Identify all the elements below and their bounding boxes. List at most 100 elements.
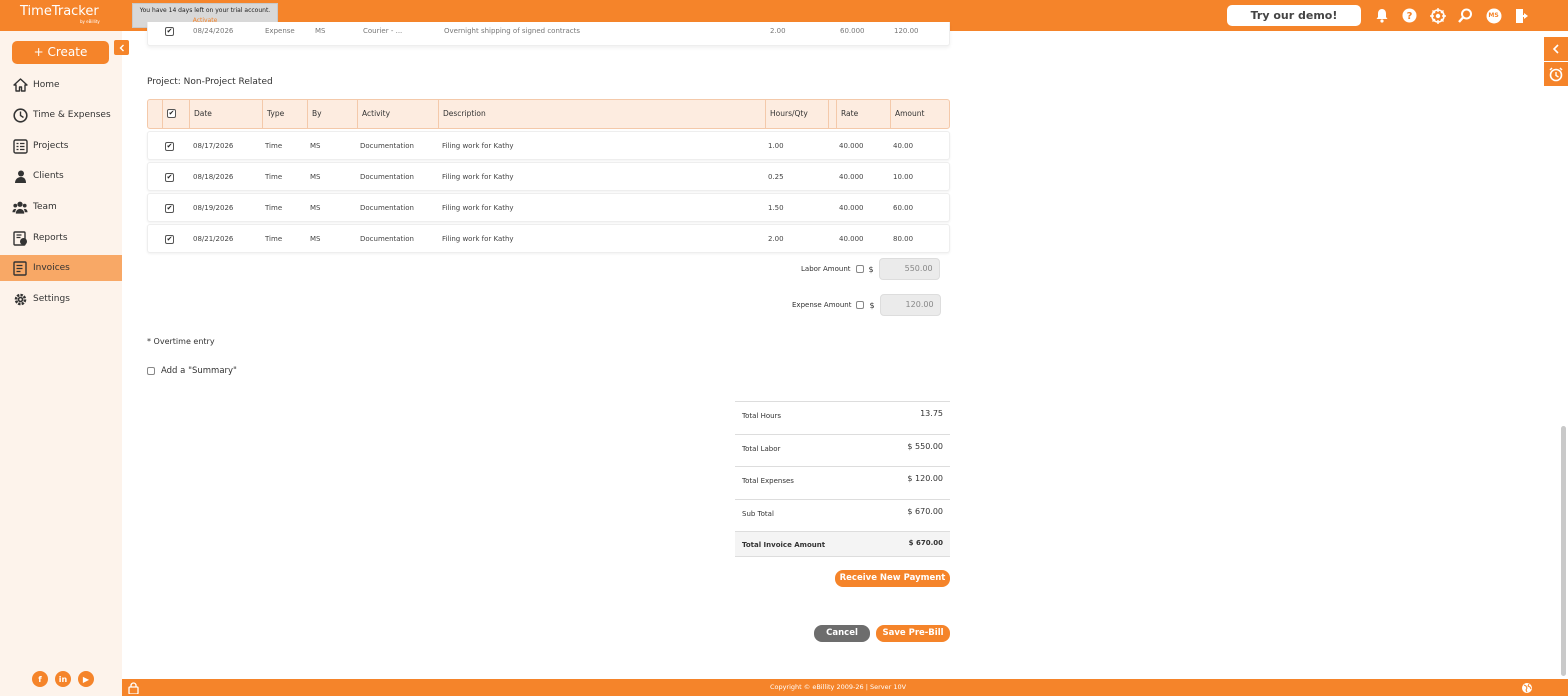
row-activity: Documentation: [360, 173, 414, 181]
total-invoice-value: $ 670.00: [908, 539, 943, 547]
total-labor-row: Total Labor $ 550.00: [735, 433, 950, 467]
sidebar-item-label: Team: [33, 202, 57, 212]
row-hours: 1.00: [768, 142, 784, 150]
row-checkbox[interactable]: ✔: [165, 142, 174, 151]
globe-icon[interactable]: [1520, 681, 1533, 694]
header-amount[interactable]: Amount: [891, 100, 949, 128]
row-checkbox[interactable]: ✔: [165, 235, 174, 244]
entries-table: ✔ Date Type By Activity Description Hour…: [147, 99, 950, 253]
scrollbar[interactable]: [1561, 426, 1566, 676]
sidebar-collapse-button[interactable]: [114, 40, 129, 55]
header-select-all: ✔: [163, 100, 190, 128]
team-icon: [12, 199, 28, 215]
avatar[interactable]: MS: [1485, 7, 1502, 24]
row-by: MS: [310, 173, 321, 181]
header-spacer: [829, 100, 837, 128]
row-description: Filing work for Kathy: [442, 204, 514, 212]
select-all-checkbox[interactable]: ✔: [167, 109, 176, 118]
total-hours-row: Total Hours 13.75: [735, 401, 950, 434]
youtube-icon[interactable]: ▶: [78, 671, 94, 687]
header-date[interactable]: Date: [190, 100, 263, 128]
add-summary-checkbox[interactable]: [147, 367, 155, 375]
row-checkbox[interactable]: ✔: [165, 27, 174, 36]
expense-amount-input[interactable]: 120.00: [879, 294, 941, 316]
add-summary-option[interactable]: Add a "Summary": [147, 366, 237, 376]
labor-amount-input[interactable]: 550.00: [878, 258, 940, 280]
header-rate[interactable]: Rate: [837, 100, 891, 128]
row-checkbox[interactable]: ✔: [165, 204, 174, 213]
create-button[interactable]: + Create: [12, 41, 109, 64]
save-pre-bill-button[interactable]: Save Pre-Bill: [876, 625, 950, 642]
row-date: 08/18/2026: [193, 173, 234, 181]
table-row: ✔ 08/18/2026 Time MS Documentation Filin…: [147, 162, 950, 191]
row-rate: 40.000: [839, 173, 864, 181]
row-type: Time: [265, 173, 283, 181]
sidebar-item-projects[interactable]: Projects: [0, 133, 122, 159]
table-header: ✔ Date Type By Activity Description Hour…: [147, 99, 950, 129]
header-activity[interactable]: Activity: [358, 100, 439, 128]
row-checkbox[interactable]: ✔: [165, 173, 174, 182]
reports-icon: [12, 230, 28, 246]
sidebar-item-invoices[interactable]: Invoices: [0, 255, 122, 281]
row-description: Filing work for Kathy: [442, 142, 514, 150]
labor-amount-checkbox[interactable]: [855, 265, 864, 273]
cancel-button[interactable]: Cancel: [814, 625, 870, 642]
footer: Copyright © eBillity 2009-26 | Server 10…: [122, 679, 1568, 696]
header-description[interactable]: Description: [439, 100, 766, 128]
sidebar-item-settings[interactable]: Settings: [0, 286, 122, 312]
row-amount: 80.00: [893, 235, 914, 243]
row-type: Time: [265, 204, 283, 212]
header-type[interactable]: Type: [263, 100, 308, 128]
clients-icon: [12, 168, 28, 184]
labor-amount-line: Labor Amount $ 550.00: [801, 258, 940, 280]
app-logo-sub: by eBillity: [80, 19, 100, 24]
expense-amount-checkbox[interactable]: [856, 301, 865, 309]
svg-text:?: ?: [1407, 11, 1413, 22]
sidebar-item-team[interactable]: Team: [0, 194, 122, 220]
help-icon[interactable]: ?: [1401, 7, 1418, 24]
avatar-initials: MS: [1488, 12, 1499, 19]
sidebar-item-home[interactable]: Home: [0, 72, 122, 98]
projects-icon: [12, 138, 28, 154]
header-by[interactable]: By: [308, 100, 358, 128]
sub-total-row: Sub Total $ 670.00: [735, 498, 950, 532]
ai-icon[interactable]: [1429, 7, 1446, 24]
row-description: Overnight shipping of signed contracts: [444, 27, 581, 35]
sidebar-item-label: Projects: [33, 141, 69, 151]
gear-icon: [12, 291, 28, 307]
totals-panel: Total Hours 13.75 Total Labor $ 550.00 T…: [735, 401, 950, 557]
sidebar-item-reports[interactable]: Reports: [0, 225, 122, 251]
sidebar-item-time-expenses[interactable]: Time & Expenses: [0, 102, 122, 128]
sub-total-label: Sub Total: [742, 509, 774, 518]
home-icon: [12, 77, 28, 93]
try-demo-button[interactable]: Try our demo!: [1227, 5, 1361, 26]
linkedin-icon[interactable]: in: [55, 671, 71, 687]
timer-icon[interactable]: [1544, 62, 1568, 86]
row-rate: 40.000: [839, 235, 864, 243]
currency-symbol: $: [869, 300, 875, 310]
row-rate: 40.000: [839, 204, 864, 212]
total-invoice-label: Total Invoice Amount: [742, 541, 826, 549]
row-amount: 10.00: [893, 173, 914, 181]
row-date: 08/21/2026: [193, 235, 234, 243]
logout-icon[interactable]: [1514, 7, 1531, 24]
row-activity: Documentation: [360, 235, 414, 243]
sidebar-item-clients[interactable]: Clients: [0, 163, 122, 189]
header-hours[interactable]: Hours/Qty: [766, 100, 829, 128]
total-labor-label: Total Labor: [742, 444, 781, 453]
row-type: Expense: [265, 27, 295, 35]
search-icon[interactable]: [1457, 7, 1474, 24]
sidebar-item-label: Time & Expenses: [33, 110, 111, 120]
row-activity: Documentation: [360, 142, 414, 150]
right-panel-toggle[interactable]: [1544, 37, 1568, 61]
row-hours: 2.00: [768, 235, 784, 243]
sub-total-value: $ 670.00: [907, 506, 943, 516]
app-logo[interactable]: TimeTracker: [20, 5, 99, 19]
facebook-icon[interactable]: f: [32, 671, 48, 687]
row-description: Filing work for Kathy: [442, 235, 514, 243]
receive-payment-button[interactable]: Receive New Payment: [835, 570, 950, 587]
overtime-note: * Overtime entry: [147, 337, 215, 346]
row-description: Filing work for Kathy: [442, 173, 514, 181]
total-hours-label: Total Hours: [742, 412, 782, 420]
bell-icon[interactable]: [1373, 7, 1390, 24]
